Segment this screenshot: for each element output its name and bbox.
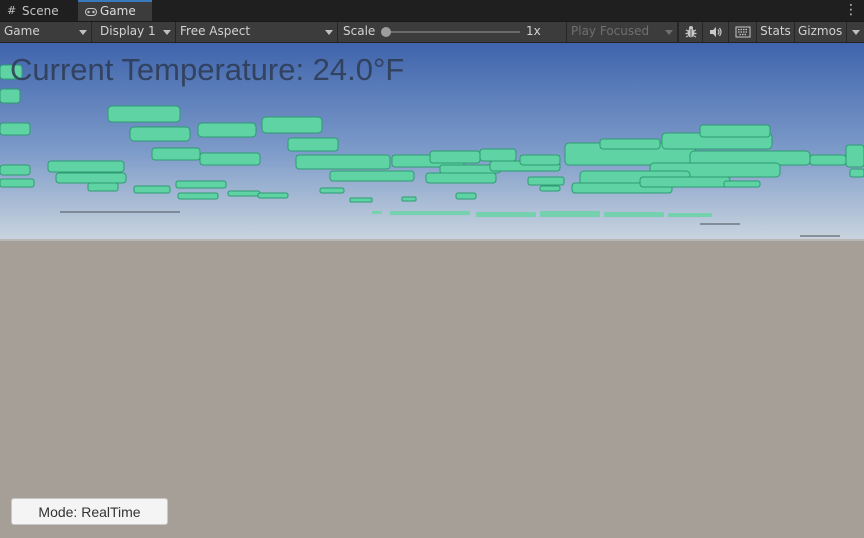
tab-game-label: Game [100, 4, 136, 18]
game-view-toolbar: Game Display 1 Free Aspect Scale 1x Play… [0, 22, 864, 43]
gizmos-dropdown[interactable] [846, 22, 864, 42]
display-dropdown[interactable]: Display 1 [96, 22, 176, 42]
more-options-icon[interactable]: ⋮ [844, 0, 858, 21]
aspect-value: Free Aspect [180, 24, 251, 38]
scale-value: 1x [526, 24, 541, 38]
chevron-down-icon [325, 30, 333, 35]
display-mode-value: Game [4, 24, 40, 38]
aspect-dropdown[interactable]: Free Aspect [176, 22, 338, 42]
editor-tab-bar: # Scene Game ⋮ [0, 0, 864, 22]
chevron-down-icon [163, 30, 171, 35]
chevron-down-icon [79, 30, 87, 35]
chevron-down-icon [852, 30, 860, 35]
audio-icon[interactable] [702, 22, 728, 42]
grid-icon: # [7, 4, 17, 17]
display-value: Display 1 [100, 24, 156, 38]
stats-button[interactable]: Stats [756, 22, 794, 42]
tab-game[interactable]: Game [78, 0, 152, 21]
gamepad-icon [85, 2, 97, 22]
gizmos-button[interactable]: Gizmos [794, 22, 846, 42]
scale-label: Scale [343, 24, 376, 38]
play-mode-value: Play Focused [571, 24, 650, 38]
game-scene-render [0, 43, 864, 538]
tab-scene-label: Scene [22, 4, 59, 18]
temperature-label: Current Temperature: 24.0°F [10, 52, 405, 87]
scale-slider-handle[interactable] [381, 27, 391, 37]
chevron-down-icon [665, 30, 673, 35]
scale-slider-track[interactable] [386, 31, 520, 33]
keyboard-icon[interactable] [728, 22, 756, 42]
mode-toggle-button[interactable]: Mode: RealTime [11, 498, 168, 525]
display-mode-dropdown[interactable]: Game [0, 22, 92, 42]
tab-scene[interactable]: # Scene [0, 1, 76, 21]
ground-plane [0, 240, 864, 538]
game-viewport[interactable]: Current Temperature: 24.0°F Mode: RealTi… [0, 43, 864, 538]
play-mode-dropdown[interactable]: Play Focused [566, 22, 678, 42]
bug-icon[interactable] [678, 22, 702, 42]
